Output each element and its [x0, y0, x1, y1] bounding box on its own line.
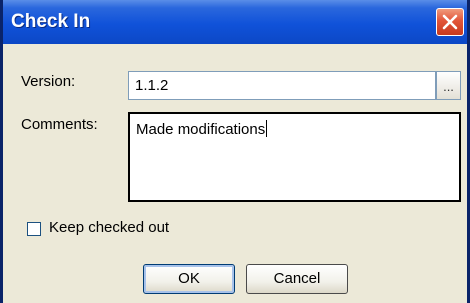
text-caret: [266, 120, 268, 137]
comments-label: Comments:: [21, 116, 98, 133]
title-bar[interactable]: Check In: [3, 0, 467, 44]
ok-button[interactable]: OK: [143, 264, 235, 294]
cancel-button[interactable]: Cancel: [246, 264, 348, 294]
comments-value: Made modifications: [136, 120, 268, 138]
version-value: 1.1.2: [135, 77, 169, 94]
keep-checked-out-checkbox[interactable]: [27, 222, 41, 236]
comments-textarea[interactable]: Made modifications: [128, 112, 461, 202]
close-icon: [442, 14, 458, 30]
version-browse-button[interactable]: ...: [436, 71, 461, 100]
version-field[interactable]: 1.1.2: [128, 71, 436, 100]
dialog-title: Check In: [11, 11, 91, 32]
comments-text: Made modifications: [136, 121, 266, 138]
version-label: Version:: [21, 73, 76, 90]
check-in-dialog: Check In Version: 1.1.2 ... Comments: Ma…: [0, 0, 470, 303]
close-button[interactable]: [436, 8, 464, 36]
keep-checked-out-label[interactable]: Keep checked out: [49, 219, 169, 236]
